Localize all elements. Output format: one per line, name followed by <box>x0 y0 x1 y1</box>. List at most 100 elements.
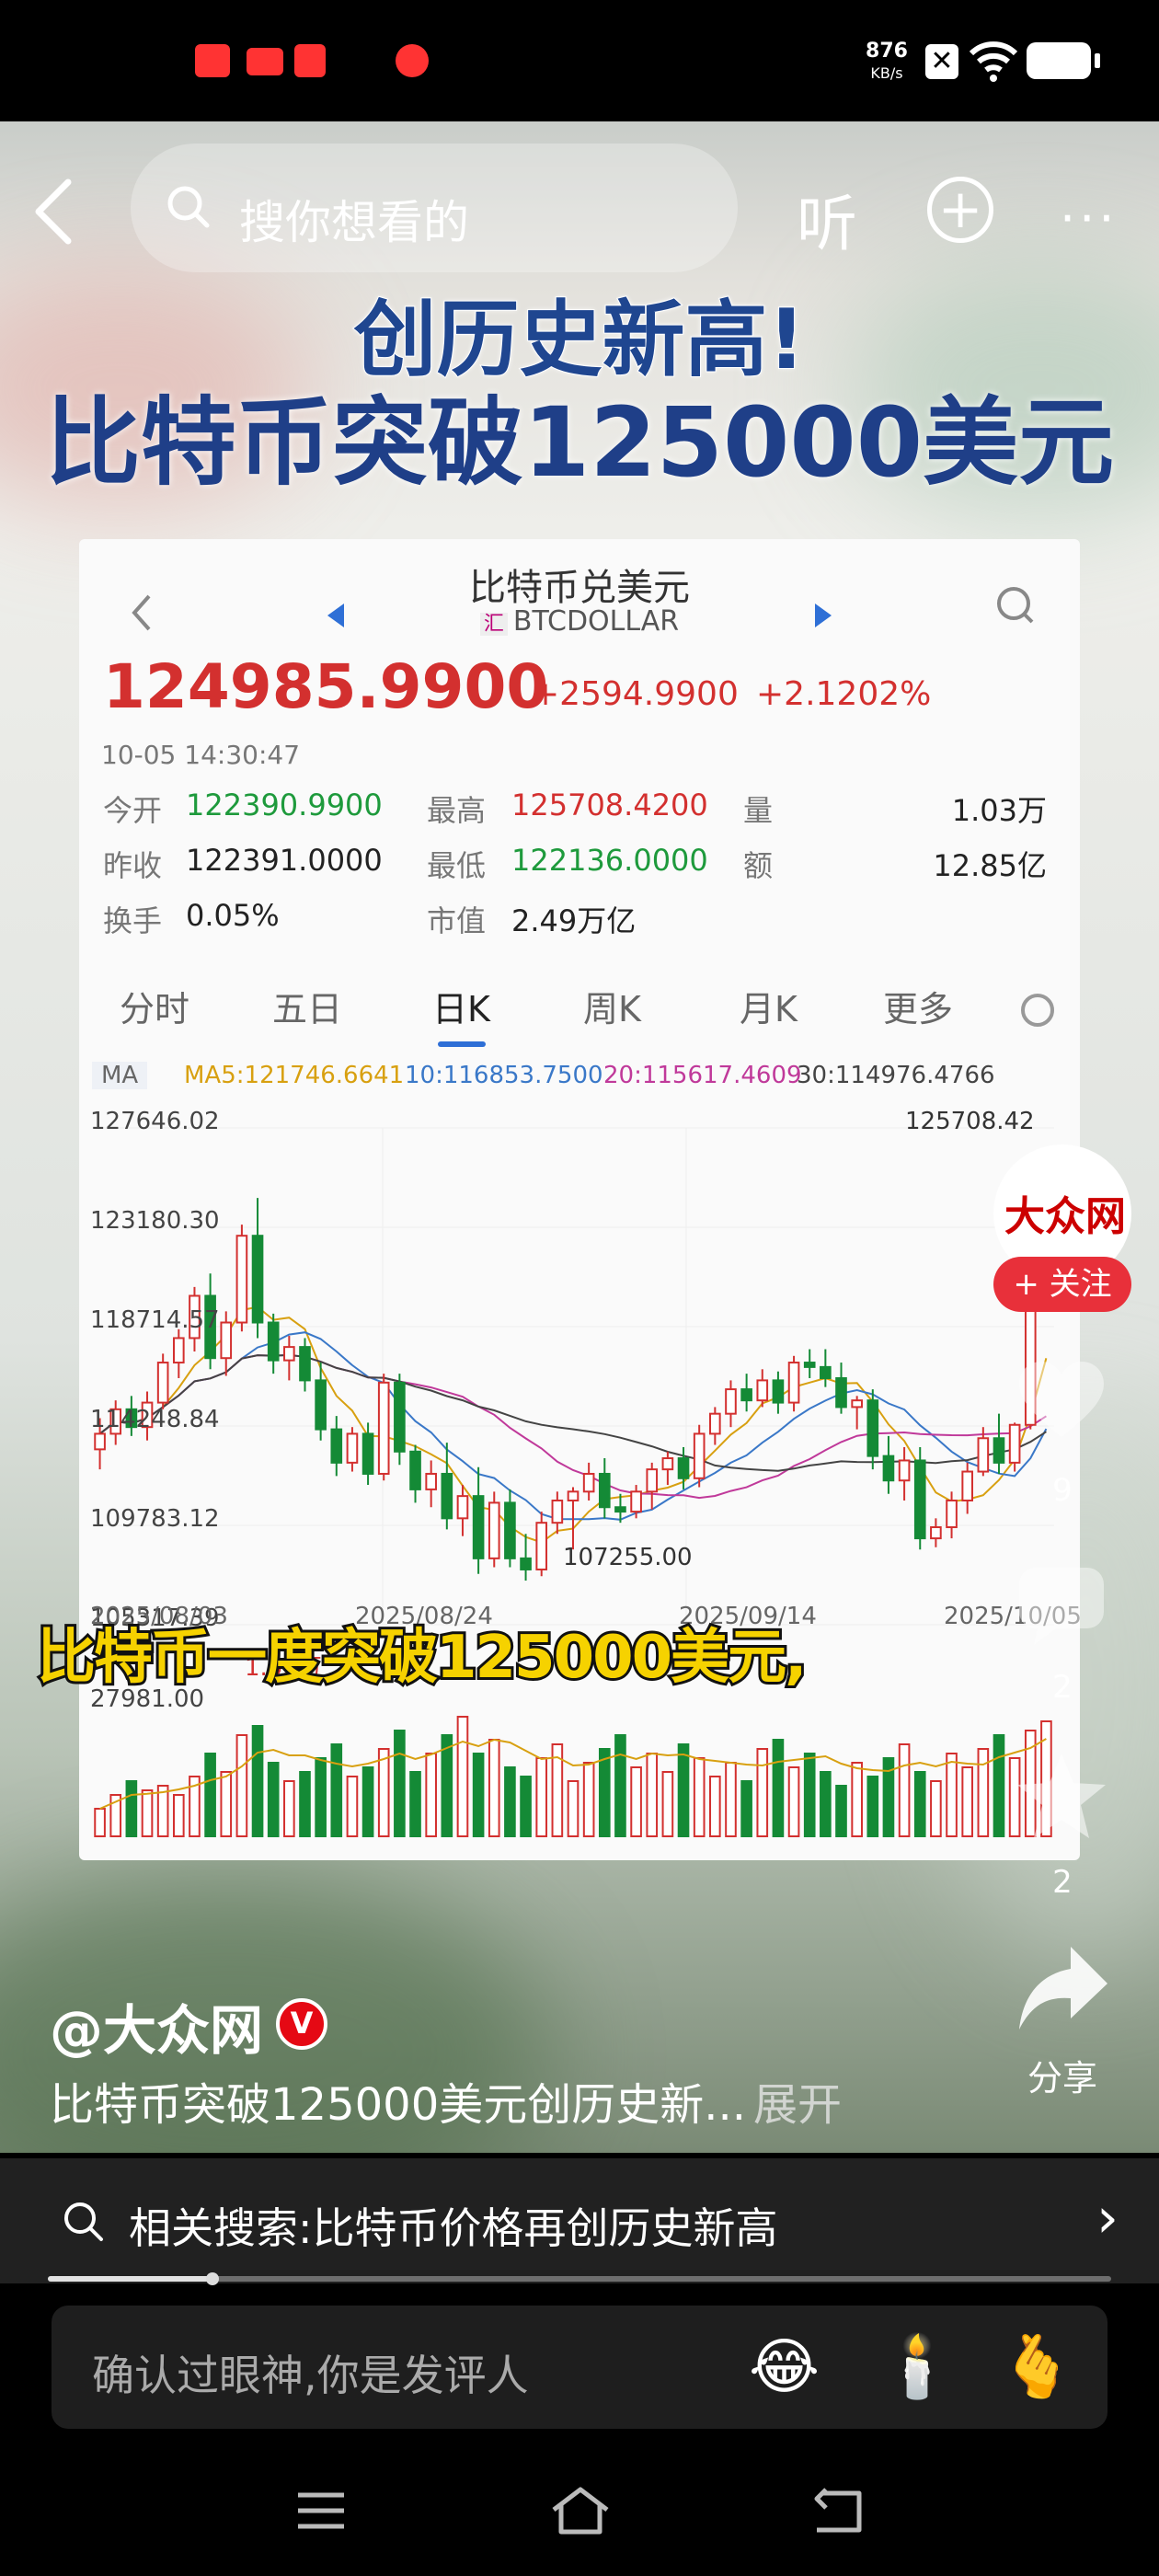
volume-bar <box>299 1771 311 1837</box>
volume-bar <box>283 1780 295 1837</box>
volume-bar <box>820 1771 832 1837</box>
system-nav-bar <box>0 2447 1159 2576</box>
volume-bar <box>787 1766 800 1837</box>
volume-bar <box>598 1748 611 1837</box>
candle <box>488 1491 500 1568</box>
volume-bar <box>946 1753 958 1837</box>
volume-bar <box>756 1748 769 1837</box>
tab-2[interactable]: 五日 <box>272 981 342 1031</box>
candle <box>835 1363 847 1414</box>
volume-bar <box>535 1757 548 1837</box>
add-button[interactable]: + <box>927 177 993 243</box>
stat-label: 昨收 <box>103 848 163 883</box>
listen-button[interactable]: 听 <box>797 175 857 263</box>
ma-legend: MA MA5:121746.6641 10:116853.7500 20:11561… <box>79 1056 1080 1093</box>
volume-bar <box>204 1753 216 1837</box>
candle <box>882 1435 895 1494</box>
stat-value: 0.05% <box>186 898 280 933</box>
video-subtitle: 比特币一度突破125000美元, <box>34 1621 809 1695</box>
stat-label: 市值 <box>427 903 487 938</box>
playback-progress[interactable] <box>48 2272 1111 2285</box>
home-icon[interactable] <box>548 2484 613 2536</box>
price-change: +2594.9900 <box>532 675 739 713</box>
candle <box>993 1413 1005 1474</box>
comment-input[interactable]: 确认过眼神,你是发评人 😂 🕯️ 🫰 <box>52 2306 1107 2429</box>
search-icon <box>64 2202 103 2241</box>
menu-icon[interactable] <box>294 2488 348 2534</box>
follow-button[interactable]: + 关注 <box>993 1257 1131 1312</box>
share-button[interactable] <box>1016 1943 1111 2037</box>
candle <box>551 1491 564 1535</box>
tab-3[interactable]: 日K <box>432 981 490 1031</box>
candle <box>740 1374 752 1412</box>
volume-bar <box>488 1739 500 1837</box>
battery-icon <box>1027 42 1100 79</box>
related-search-bar[interactable]: 相关搜索:比特币价格再创历史新高 › <box>0 2158 1159 2283</box>
candle <box>598 1458 611 1519</box>
candle <box>851 1396 863 1430</box>
stat-value: 122136.0000 <box>511 843 708 878</box>
star-icon <box>1017 1754 1106 1838</box>
tab-5[interactable]: 月K <box>740 981 798 1031</box>
price-annotation: 125708.42 <box>905 1108 1035 1135</box>
tab-1[interactable]: 分时 <box>120 981 189 1031</box>
volume-bar <box>740 1780 752 1837</box>
next-arrow-icon <box>813 596 833 638</box>
candle <box>913 1446 926 1550</box>
volume-bar <box>866 1776 879 1837</box>
stat-value: 1.03万 <box>951 793 1047 828</box>
back-button[interactable] <box>28 175 83 260</box>
candle <box>267 1313 280 1374</box>
volume-bar <box>377 1748 390 1837</box>
candlestick-chart <box>92 1127 1054 1626</box>
heart-icon <box>1019 1362 1104 1437</box>
back-nav-icon[interactable] <box>809 2488 865 2536</box>
candle <box>866 1389 879 1470</box>
tab-6[interactable]: 更多 <box>883 981 953 1031</box>
candle <box>377 1374 390 1481</box>
laughing-emoji-button[interactable]: 😂 <box>749 2333 820 2401</box>
volume-bar <box>267 1762 280 1837</box>
price-annotation: 107255.00 <box>563 1544 693 1571</box>
gear-icon[interactable] <box>1021 994 1054 1027</box>
comment-placeholder: 确认过眼神,你是发评人 <box>92 2351 529 2400</box>
more-button[interactable]: ··· <box>1060 190 1119 247</box>
like-button[interactable] <box>1016 1358 1107 1446</box>
volume-bar <box>315 1757 327 1837</box>
ma-value: 30:114976.4766 <box>797 1062 995 1089</box>
status-bar: 876 KB/s ✕ <box>0 0 1159 121</box>
volume-bar <box>456 1716 469 1837</box>
volume-bar <box>913 1771 926 1837</box>
avatar-logo: 大众网 <box>1004 1193 1126 1240</box>
search-input[interactable]: 搜你想看的 <box>131 144 738 272</box>
stat-label: 最高 <box>427 793 487 828</box>
expand-button[interactable]: 展开 <box>753 2079 842 2131</box>
candle <box>709 1407 721 1445</box>
candle <box>520 1534 532 1581</box>
search-icon <box>167 186 210 228</box>
ma-selector[interactable]: MA <box>92 1062 148 1089</box>
y-tick-label: 109783.12 <box>90 1505 220 1533</box>
volume-bar <box>394 1730 406 1837</box>
search-placeholder: 搜你想看的 <box>239 196 469 249</box>
volume-bar <box>520 1776 532 1837</box>
post-caption[interactable]: 比特币突破125000美元创历史新... 展开 <box>50 2068 842 2133</box>
author-name[interactable]: @大众网 <box>50 1987 263 2064</box>
volume-bar <box>425 1753 437 1837</box>
heart-hands-emoji-button[interactable]: 🫰 <box>999 2333 1074 2401</box>
candle-emoji-button[interactable]: 🕯️ <box>879 2333 955 2401</box>
y-tick-label: 114248.84 <box>90 1406 220 1433</box>
favorite-button[interactable] <box>1014 1750 1109 1846</box>
active-tab-indicator <box>438 1041 486 1047</box>
volume-bar <box>835 1785 847 1837</box>
volume-bar <box>772 1739 785 1837</box>
y-tick-label: 123180.30 <box>90 1207 220 1235</box>
volume-bar <box>94 1808 106 1837</box>
comment-count: 2 <box>1052 1669 1073 1706</box>
price-change-pct: +2.1202% <box>756 675 932 713</box>
comment-button[interactable] <box>1016 1564 1107 1650</box>
last-price: 124985.9900 <box>103 651 549 722</box>
tab-4[interactable]: 周K <box>583 981 641 1031</box>
top-nav: 搜你想看的 听 + ··· <box>0 138 1159 285</box>
quote-symbol: 汇 BTCDOLLAR <box>79 605 1080 638</box>
